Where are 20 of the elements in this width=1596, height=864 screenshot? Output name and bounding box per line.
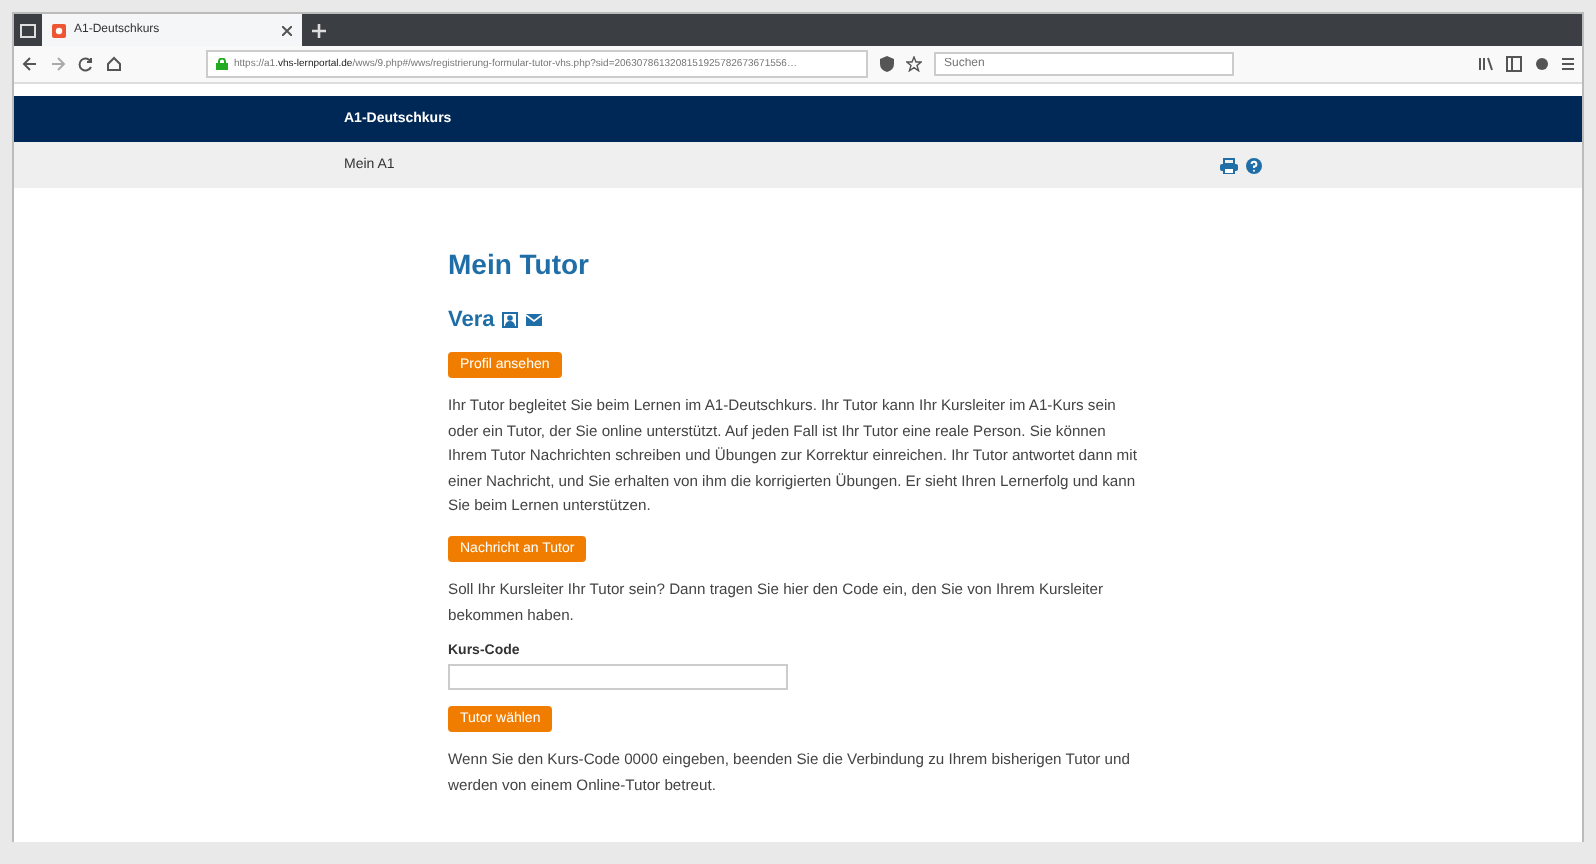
tutor-name: Vera bbox=[448, 308, 495, 332]
lock-icon bbox=[216, 58, 228, 70]
home-icon[interactable] bbox=[106, 56, 122, 72]
reload-icon[interactable] bbox=[78, 56, 94, 72]
library-icon[interactable] bbox=[1478, 56, 1494, 72]
close-icon[interactable] bbox=[282, 25, 292, 35]
course-code-field[interactable] bbox=[448, 664, 788, 691]
shield-icon[interactable] bbox=[880, 56, 894, 72]
back-icon[interactable] bbox=[22, 56, 38, 72]
profile-icon[interactable] bbox=[502, 312, 519, 328]
help-icon[interactable] bbox=[1246, 157, 1262, 173]
envelope-icon[interactable] bbox=[526, 314, 543, 326]
new-tab-icon[interactable] bbox=[311, 23, 325, 37]
menu-icon[interactable] bbox=[1562, 56, 1574, 72]
sidebar-icon[interactable] bbox=[1506, 56, 1522, 72]
print-icon[interactable] bbox=[1220, 157, 1238, 173]
site-favicon-icon bbox=[52, 23, 66, 37]
star-icon[interactable] bbox=[906, 56, 922, 72]
window-menu-icon[interactable] bbox=[20, 23, 36, 37]
page-heading: Mein Tutor bbox=[448, 248, 590, 280]
